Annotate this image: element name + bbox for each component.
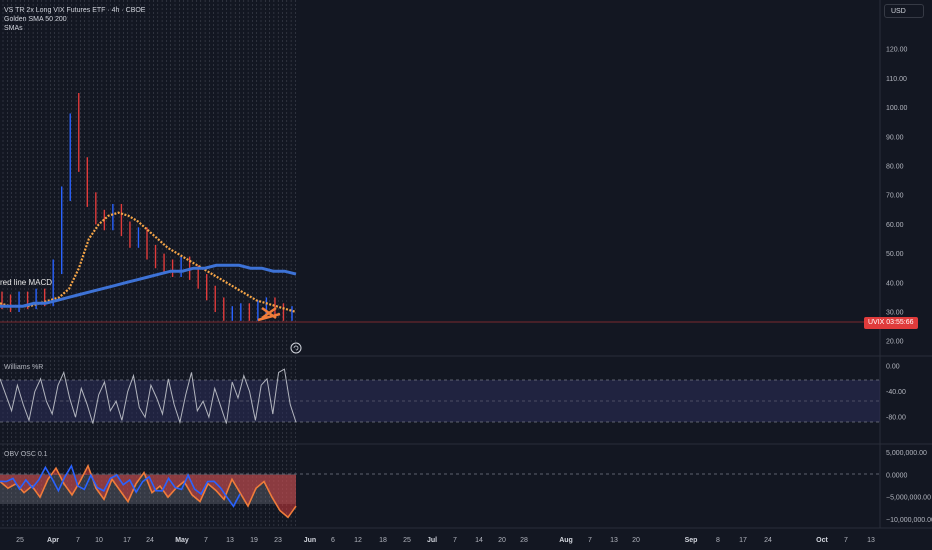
time-tick-label: 25 bbox=[403, 537, 411, 544]
price-tick-label: 90.00 bbox=[886, 134, 904, 141]
time-tick-label: 13 bbox=[226, 537, 234, 544]
obv-tick-label: −10,000,000.00 bbox=[886, 517, 932, 524]
time-tick-label: 17 bbox=[123, 537, 131, 544]
time-tick-label: 24 bbox=[764, 537, 772, 544]
williams-tick-label: 0.00 bbox=[886, 364, 900, 371]
legend-symbol[interactable]: VS TR 2x Long VIX Futures ETF · 4h · CBO… bbox=[4, 6, 145, 15]
time-tick-label: 8 bbox=[716, 537, 720, 544]
price-tick-label: 40.00 bbox=[886, 280, 904, 287]
time-tick-label: 20 bbox=[632, 537, 640, 544]
price-tick-label: 100.00 bbox=[886, 105, 908, 112]
obv-tick-label: 0.0000 bbox=[886, 472, 908, 479]
time-tick-label: 23 bbox=[274, 537, 282, 544]
price-tick-label: 80.00 bbox=[886, 164, 904, 171]
time-tick-label: Aug bbox=[559, 537, 573, 544]
time-tick-label: 25 bbox=[16, 537, 24, 544]
chart-legend[interactable]: VS TR 2x Long VIX Futures ETF · 4h · CBO… bbox=[4, 6, 145, 33]
williams-tick-label: -40.00 bbox=[886, 389, 906, 396]
time-tick-label: 12 bbox=[354, 537, 362, 544]
williams-tick-label: -80.00 bbox=[886, 415, 906, 422]
price-tick-label: 70.00 bbox=[886, 193, 904, 200]
time-tick-label: 10 bbox=[95, 537, 103, 544]
legend-indicator-golden-sma[interactable]: Golden SMA 50 200 bbox=[4, 15, 145, 24]
time-tick-label: 7 bbox=[588, 537, 592, 544]
last-price-tag: UVIX 03:55:66 bbox=[864, 317, 918, 329]
time-tick-label: 14 bbox=[475, 537, 483, 544]
time-tick-label: 7 bbox=[76, 537, 80, 544]
time-tick-label: 28 bbox=[520, 537, 528, 544]
time-tick-label: 20 bbox=[498, 537, 506, 544]
time-tick-label: 13 bbox=[867, 537, 875, 544]
chart-background bbox=[0, 0, 932, 550]
price-tick-label: 20.00 bbox=[886, 339, 904, 346]
time-tick-label: 7 bbox=[844, 537, 848, 544]
time-tick-label: 18 bbox=[379, 537, 387, 544]
time-tick-label: 7 bbox=[453, 537, 457, 544]
time-tick-label: 17 bbox=[739, 537, 747, 544]
price-tick-label: 50.00 bbox=[886, 251, 904, 258]
obv-title[interactable]: OBV OSC 0.1 bbox=[4, 451, 48, 458]
time-tick-label: 19 bbox=[250, 537, 258, 544]
price-tick-label: 60.00 bbox=[886, 222, 904, 229]
currency-selector[interactable]: USD bbox=[884, 4, 924, 18]
time-tick-label: Jun bbox=[304, 537, 316, 544]
time-tick-label: 6 bbox=[331, 537, 335, 544]
time-tick-label: 24 bbox=[146, 537, 154, 544]
time-tick-label: Sep bbox=[685, 537, 698, 544]
time-tick-label: Jul bbox=[427, 537, 437, 544]
time-tick-label: May bbox=[175, 537, 189, 544]
obv-tick-label: 5,000,000.00 bbox=[886, 450, 927, 457]
chart-canvas[interactable]: 120.00110.00100.0090.0080.0070.0060.0050… bbox=[0, 0, 932, 550]
overlay-text-label: red line MACD bbox=[0, 278, 53, 287]
time-tick-label: 13 bbox=[610, 537, 618, 544]
time-tick-label: 7 bbox=[204, 537, 208, 544]
legend-indicator-smas[interactable]: SMAs bbox=[4, 24, 145, 33]
price-tick-label: 120.00 bbox=[886, 47, 908, 54]
price-tick-label: 30.00 bbox=[886, 310, 904, 317]
williams-title[interactable]: Williams %R bbox=[4, 364, 43, 371]
time-tick-label: Oct bbox=[816, 537, 828, 544]
price-tick-label: 110.00 bbox=[886, 76, 907, 83]
obv-tick-label: −5,000,000.00 bbox=[886, 495, 931, 502]
time-tick-label: Apr bbox=[47, 537, 59, 544]
